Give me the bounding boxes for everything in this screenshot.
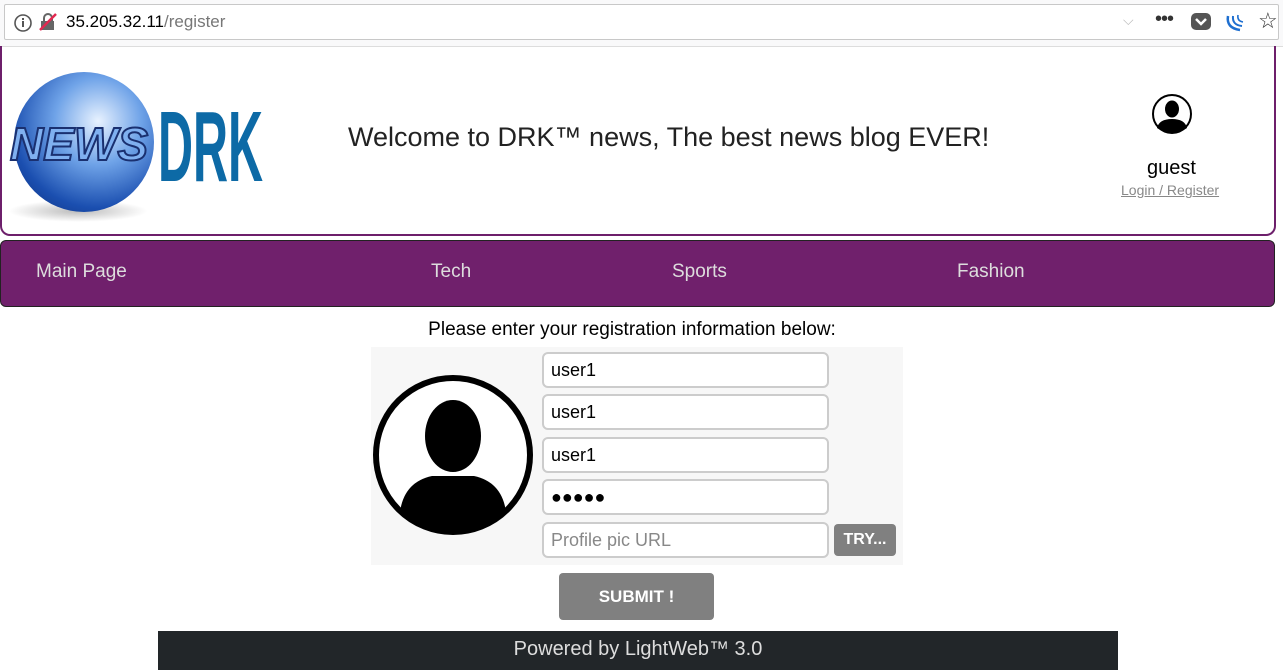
site-logo[interactable]: NEWS DRK [8, 70, 268, 230]
bookmark-star-icon[interactable]: ☆ [1258, 8, 1278, 34]
username-input[interactable] [542, 352, 829, 388]
url-path: /register [164, 12, 226, 31]
password-input[interactable]: ●●●●● [542, 479, 829, 515]
submit-button[interactable]: SUBMIT ! [559, 573, 714, 620]
user-avatar-icon [1152, 94, 1192, 134]
nav-tech[interactable]: Tech [431, 261, 471, 283]
name-input[interactable] [542, 394, 829, 430]
profile-pic-url-input[interactable] [542, 522, 829, 558]
svg-text:DRK: DRK [158, 95, 263, 185]
nav-sports[interactable]: Sports [672, 261, 727, 283]
url-text[interactable]: 35.205.32.11/register [66, 12, 225, 32]
svg-text:NEWS: NEWS [10, 118, 148, 170]
welcome-heading: Welcome to DRK™ news, The best news blog… [348, 122, 990, 152]
user-name: guest [1147, 157, 1196, 179]
info-icon[interactable] [13, 13, 33, 33]
try-button[interactable]: TRY... [834, 524, 896, 556]
jquery-icon[interactable] [1224, 10, 1248, 34]
pocket-icon[interactable] [1190, 12, 1212, 32]
email-input[interactable] [542, 437, 829, 473]
url-host: 35.205.32.11 [66, 12, 164, 31]
footer: Powered by LightWeb™ 3.0 [158, 631, 1118, 670]
dropdown-icon[interactable]: ⌵ [1123, 12, 1134, 29]
login-register-link[interactable]: Login / Register [1121, 182, 1219, 198]
nav-fashion[interactable]: Fashion [957, 261, 1025, 283]
registration-prompt: Please enter your registration informati… [428, 319, 836, 340]
profile-picture-placeholder-icon [373, 375, 533, 535]
browser-toolbar: 35.205.32.11/register ⌵ ••• ☆ [0, 0, 1283, 47]
main-nav [0, 240, 1275, 307]
more-icon[interactable]: ••• [1155, 8, 1174, 31]
nav-main-page[interactable]: Main Page [36, 261, 127, 283]
insecure-lock-icon[interactable] [38, 12, 58, 32]
